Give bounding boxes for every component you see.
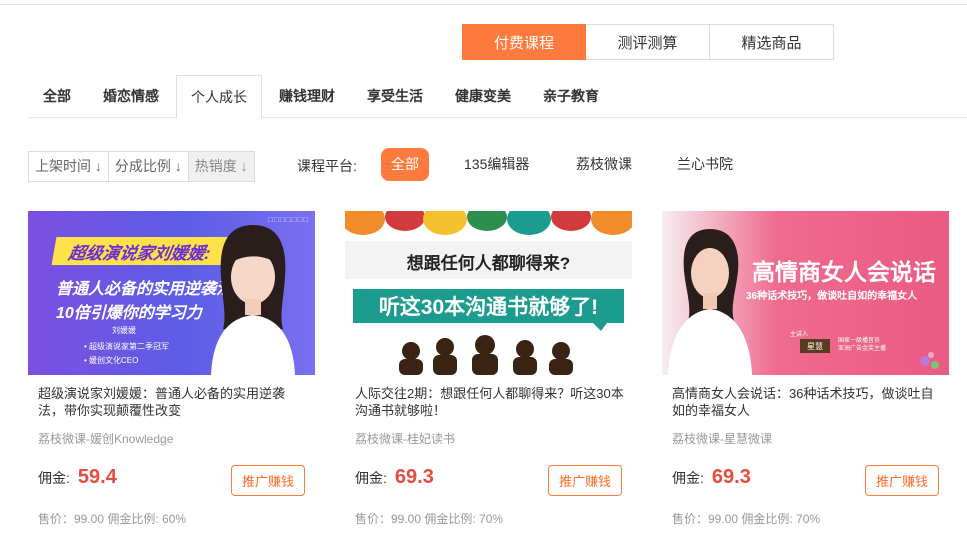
category-romance[interactable]: 婚恋情感 [103,75,159,118]
category-finance[interactable]: 赚钱理财 [279,75,335,118]
category-lifestyle[interactable]: 享受生活 [367,75,423,118]
commission-value: 69.3 [394,466,434,488]
promote-button[interactable]: 推广赚钱 [865,465,939,496]
tab-selected-products[interactable]: 精选商品 [710,24,834,60]
category-personal-growth[interactable]: 个人成长 [176,75,262,119]
commission-label: 佣金: [355,470,387,486]
thumb-speaker-label: 主讲人 [790,332,809,338]
price-info: 售价：99.00 佣金比例: 60% [38,512,187,526]
thumb-question: 想跟任何人都聊得来? [406,254,571,273]
course-source: 荔枝微课-星慧微课 [672,432,772,446]
sort-by-ratio[interactable]: 分成比例 ↓ [107,152,188,181]
course-title[interactable]: 超级演说家刘媛媛：普通人必备的实用逆袭法，带你实现颠覆性改变 [38,385,308,419]
course-title[interactable]: 人际交往2期：想跟任何人都聊得来？听这30本沟通书就够啦！ [355,385,625,419]
course-card: 想跟任何人都聊得来? 听这30本沟通书就够了! 人际交往2期：想跟任何人都聊得来… [345,211,632,541]
top-divider [0,4,967,5]
thumb-line-2: 10倍引爆你的学习力 [56,305,202,322]
commission-value: 69.3 [711,466,751,488]
commission: 佣金: 59.4 [38,466,117,489]
category-tabs: 全部 婚恋情感 个人成长 赚钱理财 享受生活 健康变美 亲子教育 [28,75,967,119]
price-info: 售价：99.00 佣金比例: 70% [672,512,821,526]
course-type-tabs: 付费课程 测评测算 精选商品 [462,24,834,60]
thumb-speaker-name: 刘媛媛 [112,326,136,335]
course-title[interactable]: 高情商女人会说话：36种话术技巧，做谈吐自如的幸福女人 [672,385,942,419]
category-parenting[interactable]: 亲子教育 [543,75,599,118]
speaker-photo-icon [211,225,295,375]
thumb-bullet-1: • 超级演说家第二季冠军 [84,342,170,351]
commission: 佣金: 69.3 [672,466,751,489]
promote-button[interactable]: 推广赚钱 [548,465,622,496]
commission-label: 佣金: [38,470,70,486]
course-thumbnail[interactable]: □□□□□□□ 超级演说家刘媛媛: 普通人必备的实用逆袭法, 10倍引爆你的学习… [28,211,315,375]
course-source: 荔枝微课-桂妃读书 [355,432,455,446]
course-card: □□□□□□□ 超级演说家刘媛媛: 普通人必备的实用逆袭法, 10倍引爆你的学习… [28,211,315,541]
commission: 佣金: 69.3 [355,466,434,489]
thumb-banner: 听这30本沟通书就够了! [353,289,624,323]
thumb-headline: 超级演说家刘媛媛: [51,237,229,265]
course-card: 高情商女人会说话 36种话术技巧，做谈吐自如的幸福女人 主讲人 星慧 国家一级播… [662,211,949,541]
thumb-info-line-1: 国家一级播音员 [838,338,881,344]
flower-icon [920,352,939,369]
thumb-subtitle: 36种话术技巧，做谈吐自如的幸福女人 [746,291,918,302]
category-all[interactable]: 全部 [43,75,71,118]
sort-by-hot[interactable]: 热销度 ↓ [187,152,254,181]
course-source: 荔枝微课-媛创Knowledge [38,432,174,446]
tab-assessments[interactable]: 测评测算 [586,24,710,60]
platform-lanxin[interactable]: 兰心书院 [677,148,733,181]
platform-135editor[interactable]: 135编辑器 [464,148,529,181]
course-thumbnail[interactable]: 想跟任何人都聊得来? 听这30本沟通书就够了! [345,211,632,375]
sort-group: 上架时间 ↓ 分成比例 ↓ 热销度 ↓ [28,151,255,182]
thumb-speaker-name: 星慧 [800,339,830,353]
thumb-headline: 高情商女人会说话 [752,260,936,285]
platform-label: 课程平台: [297,158,357,174]
commission-value: 59.4 [77,466,117,488]
platform-all[interactable]: 全部 [381,148,429,181]
platform-lizhi[interactable]: 荔枝微课 [576,148,632,181]
sort-by-time[interactable]: 上架时间 ↓ [29,152,108,181]
thumb-speaker-info: 国家一级播音员 亚洲广告金奖主播 [838,337,886,353]
thumb-bullet-2: • 媛创文化CEO [84,356,139,365]
category-health-beauty[interactable]: 健康变美 [455,75,511,118]
price-info: 售价：99.00 佣金比例: 70% [355,512,504,526]
promote-button[interactable]: 推广赚钱 [231,465,305,496]
course-thumbnail[interactable]: 高情商女人会说话 36种话术技巧，做谈吐自如的幸福女人 主讲人 星慧 国家一级播… [662,211,949,375]
tab-paid-courses[interactable]: 付费课程 [462,24,586,60]
commission-label: 佣金: [672,470,704,486]
thumb-info-line-2: 亚洲广告金奖主播 [838,346,887,352]
